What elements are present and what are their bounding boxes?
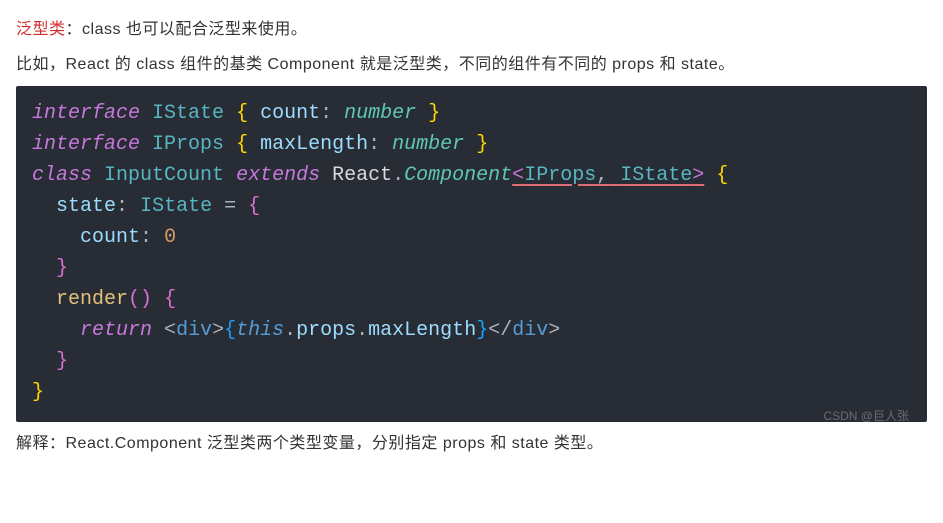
brace: { <box>716 164 728 187</box>
colon: : <box>140 226 152 249</box>
type-name: IState <box>152 102 224 125</box>
jsx-brace: { <box>224 319 236 342</box>
highlight-term: 泛型类 <box>16 21 66 38</box>
prop: maxLength <box>260 133 368 156</box>
paragraph-1-text: ：class 也可以配合泛型来使用。 <box>66 21 308 38</box>
type-name: IProps <box>152 133 224 156</box>
component: Component <box>404 164 512 187</box>
prop: props <box>296 319 356 342</box>
type: number <box>392 133 464 156</box>
brace: } <box>476 133 488 156</box>
brace: } <box>428 102 440 125</box>
keyword-return: return <box>80 319 152 342</box>
brace: } <box>56 350 68 373</box>
brace: { <box>248 195 260 218</box>
dot: . <box>392 164 404 187</box>
dot: . <box>356 319 368 342</box>
this: this <box>236 319 284 342</box>
keyword-extends: extends <box>236 164 320 187</box>
brace: } <box>32 381 44 404</box>
paragraph-1: 泛型类：class 也可以配合泛型来使用。 <box>16 16 927 45</box>
colon: : <box>320 102 332 125</box>
generic-arg: IProps <box>524 164 596 187</box>
angle-gt: > <box>692 164 704 187</box>
brace: { <box>236 133 248 156</box>
colon: : <box>368 133 380 156</box>
react-ns: React <box>332 164 392 187</box>
comma: , <box>596 164 608 187</box>
generic-arg: IState <box>620 164 692 187</box>
prop: count <box>80 226 140 249</box>
jsx-tag: div <box>512 319 548 342</box>
equals: = <box>224 195 236 218</box>
colon: : <box>116 195 128 218</box>
tag-close: > <box>548 319 560 342</box>
tag-open: </ <box>488 319 512 342</box>
parens: () <box>128 288 152 311</box>
brace: } <box>56 257 68 280</box>
jsx-tag: div <box>176 319 212 342</box>
jsx-brace: } <box>476 319 488 342</box>
prop: state <box>56 195 116 218</box>
prop: count <box>260 102 320 125</box>
angle-lt: < <box>512 164 524 187</box>
brace: { <box>236 102 248 125</box>
keyword-interface: interface <box>32 102 140 125</box>
dot: . <box>284 319 296 342</box>
brace: { <box>164 288 176 311</box>
method: render <box>56 288 128 311</box>
class-name: InputCount <box>104 164 224 187</box>
prop: maxLength <box>368 319 476 342</box>
type: number <box>344 102 416 125</box>
tag-open: < <box>164 319 176 342</box>
keyword-interface: interface <box>32 133 140 156</box>
tag-close: > <box>212 319 224 342</box>
keyword-class: class <box>32 164 92 187</box>
code-block: interface IState { count: number } inter… <box>16 86 927 422</box>
paragraph-2: 比如，React 的 class 组件的基类 Component 就是泛型类，不… <box>16 51 927 80</box>
number: 0 <box>164 226 176 249</box>
paragraph-3: 解释：React.Component 泛型类两个类型变量，分别指定 props … <box>16 430 927 459</box>
type: IState <box>140 195 212 218</box>
